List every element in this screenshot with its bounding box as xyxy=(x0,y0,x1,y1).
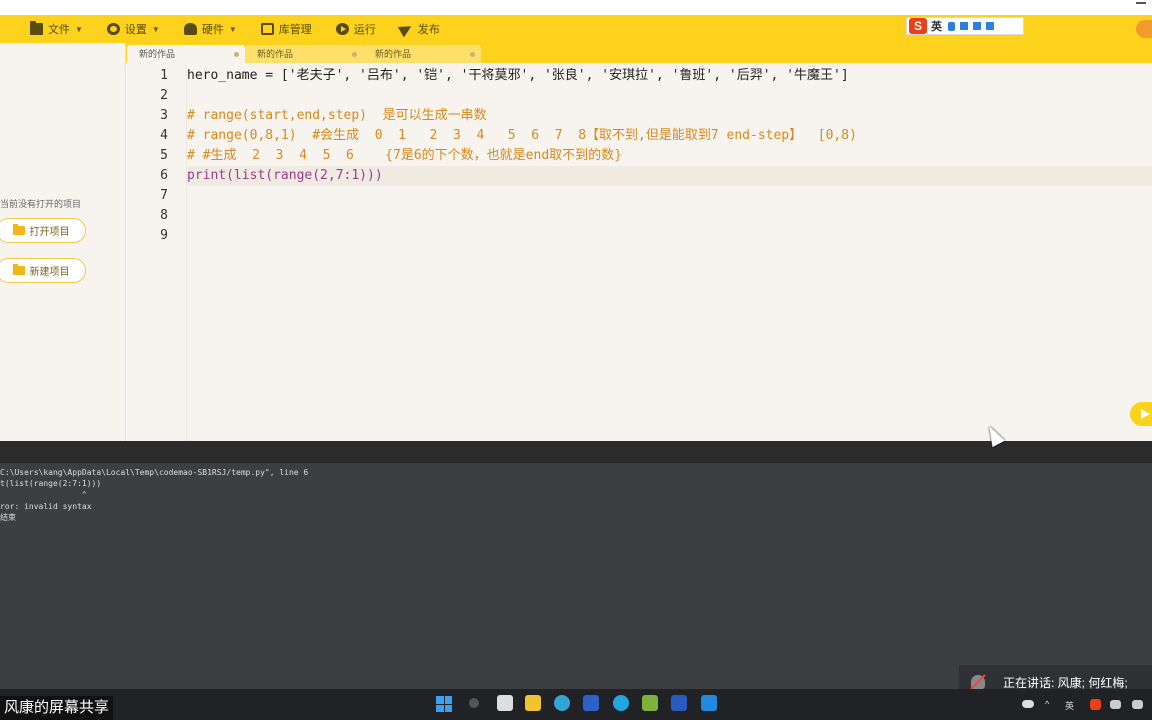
file-explorer-icon[interactable] xyxy=(525,695,541,711)
line-number: 9 xyxy=(160,228,168,243)
console-header xyxy=(0,441,1152,463)
menu-library[interactable]: 库管理 xyxy=(249,15,324,43)
menu-file-label: 文件 xyxy=(48,24,70,36)
console-line: 结束 xyxy=(0,513,16,522)
line-number: 2 xyxy=(160,88,168,103)
menu-hardware[interactable]: 硬件 ▼ xyxy=(172,15,249,43)
sogou-tray-icon[interactable] xyxy=(1090,699,1101,710)
menu-file[interactable]: 文件 ▼ xyxy=(18,15,95,43)
library-icon xyxy=(260,23,274,35)
line-number: 4 xyxy=(160,128,168,143)
code-line-3[interactable]: # range(start,end,step) 是可以生成一串数 xyxy=(187,106,487,126)
ime-toolbar[interactable]: S 英 xyxy=(906,17,1024,35)
ime-mode[interactable]: 英 xyxy=(931,18,942,34)
toolbox-icon[interactable] xyxy=(986,22,994,30)
code-text: # #生成 2 3 4 5 6 {7是6的下个数，也就是end取不到的数} xyxy=(187,148,622,163)
tab-work-3[interactable]: 新的作品 xyxy=(363,45,481,63)
folder-icon xyxy=(12,264,25,275)
code-text: # range(start,end,step) 是可以生成一串数 xyxy=(187,108,487,123)
tab-label: 新的作品 xyxy=(139,49,176,59)
console-line: t(list(range(2:7:1))) xyxy=(0,479,102,488)
codemao-icon[interactable] xyxy=(642,695,658,711)
menu-publish-label: 发布 xyxy=(417,24,440,36)
code-line-6[interactable]: print(list(range(2,7:1))) xyxy=(187,166,383,186)
open-project-button[interactable]: 打开项目 xyxy=(0,218,86,243)
line-gutter: 1 2 3 4 5 6 7 8 9 xyxy=(127,63,187,441)
line-number: 1 xyxy=(160,68,168,83)
code-editor[interactable]: 1 2 3 4 5 6 7 8 9 hero_name = ['老夫子', '吕… xyxy=(127,63,1152,441)
open-project-label: 打开项目 xyxy=(29,227,70,238)
chevron-down-icon: ▼ xyxy=(75,24,83,34)
windows-start-icon[interactable] xyxy=(436,696,452,712)
speaking-text: 正在讲话: 风康; 何红梅; xyxy=(1003,675,1128,690)
close-icon[interactable] xyxy=(470,52,475,57)
network-icon[interactable] xyxy=(1110,700,1121,709)
tab-label: 新的作品 xyxy=(375,49,412,59)
chevron-down-icon: ▼ xyxy=(228,24,237,34)
line-number: 7 xyxy=(160,188,168,203)
tab-label: 新的作品 xyxy=(257,49,294,59)
microphone-icon[interactable] xyxy=(948,21,955,31)
line-number: 5 xyxy=(160,148,168,163)
output-console[interactable]: C:\Users\kang\AppData\Local\Temp\codemao… xyxy=(0,441,1152,689)
minimize-icon[interactable] xyxy=(1136,2,1146,4)
screen: 文件 ▼ 设置 ▼ 硬件 ▼ 库管理 运行 发布 S 英 新的作品 新的作品 新… xyxy=(0,0,1152,720)
close-icon[interactable] xyxy=(352,52,357,57)
weather-icon[interactable] xyxy=(1022,700,1034,708)
window-top-strip xyxy=(0,0,1152,15)
new-project-label: 新建项目 xyxy=(29,267,70,278)
task-view-icon[interactable] xyxy=(497,695,513,711)
keyboard-icon[interactable] xyxy=(960,22,968,30)
search-icon[interactable] xyxy=(469,698,479,708)
run-floating-button[interactable] xyxy=(1130,402,1152,426)
muted-microphone-icon[interactable] xyxy=(971,675,985,689)
run-icon xyxy=(335,23,349,35)
meeting-icon[interactable] xyxy=(701,695,717,711)
menu-run[interactable]: 运行 xyxy=(324,15,388,43)
word-icon[interactable] xyxy=(671,695,687,711)
project-sidebar: 当前没有打开的项目 打开项目 新建项目 xyxy=(0,43,126,441)
close-icon[interactable] xyxy=(234,52,239,57)
taskbar xyxy=(0,689,1152,720)
tray-chevron-icon[interactable]: ^ xyxy=(1045,699,1049,709)
hardware-icon xyxy=(183,23,197,35)
line-number: 6 xyxy=(160,168,168,183)
tab-work-2[interactable]: 新的作品 xyxy=(245,45,363,63)
menu-run-label: 运行 xyxy=(353,24,376,36)
chevron-down-icon: ▼ xyxy=(151,24,160,34)
tab-bar: 新的作品 新的作品 新的作品 xyxy=(0,43,1152,63)
store-icon[interactable] xyxy=(583,695,599,711)
new-project-button[interactable]: 新建项目 xyxy=(0,258,86,283)
console-line: C:\Users\kang\AppData\Local\Temp\codemao… xyxy=(0,468,309,477)
line-number: 8 xyxy=(160,208,168,223)
tab-work-1[interactable]: 新的作品 xyxy=(127,45,245,63)
no-project-note: 当前没有打开的项目 xyxy=(0,199,82,209)
line-number: 3 xyxy=(160,108,168,123)
menu-publish[interactable]: 发布 xyxy=(388,15,452,43)
code-line-5[interactable]: # #生成 2 3 4 5 6 {7是6的下个数，也就是end取不到的数} xyxy=(187,146,622,166)
skin-icon[interactable] xyxy=(973,22,981,30)
gear-icon xyxy=(106,23,120,35)
menu-hardware-label: 硬件 xyxy=(201,24,224,36)
publish-icon xyxy=(397,20,415,38)
console-line: ^ xyxy=(0,490,87,499)
code-text: print(list(range(2,7:1))) xyxy=(187,168,383,183)
menu-settings[interactable]: 设置 ▼ xyxy=(95,15,172,43)
code-text: # range(0,8,1) #会生成 0 1 2 3 4 5 6 7 8【取不… xyxy=(187,128,857,143)
volume-icon[interactable] xyxy=(1132,700,1143,709)
tray-language[interactable]: 英 xyxy=(1065,699,1074,712)
app-icon[interactable] xyxy=(613,695,629,711)
menu-library-label: 库管理 xyxy=(278,24,312,36)
code-text: hero_name = ['老夫子', '吕布', '铠', '干将莫邪', '… xyxy=(187,68,849,83)
folder-icon xyxy=(12,224,25,235)
menu-settings-label: 设置 xyxy=(124,24,147,36)
sogou-logo-icon[interactable]: S xyxy=(909,18,927,34)
code-line-4[interactable]: # range(0,8,1) #会生成 0 1 2 3 4 5 6 7 8【取不… xyxy=(187,126,857,146)
screen-share-label: 风康的屏幕共享 xyxy=(0,696,114,720)
folder-icon xyxy=(30,21,43,35)
edge-browser-icon[interactable] xyxy=(554,695,570,711)
console-line: ror: invalid syntax xyxy=(0,502,92,511)
user-icon[interactable] xyxy=(1136,20,1152,38)
code-line-1[interactable]: hero_name = ['老夫子', '吕布', '铠', '干将莫邪', '… xyxy=(187,66,849,86)
